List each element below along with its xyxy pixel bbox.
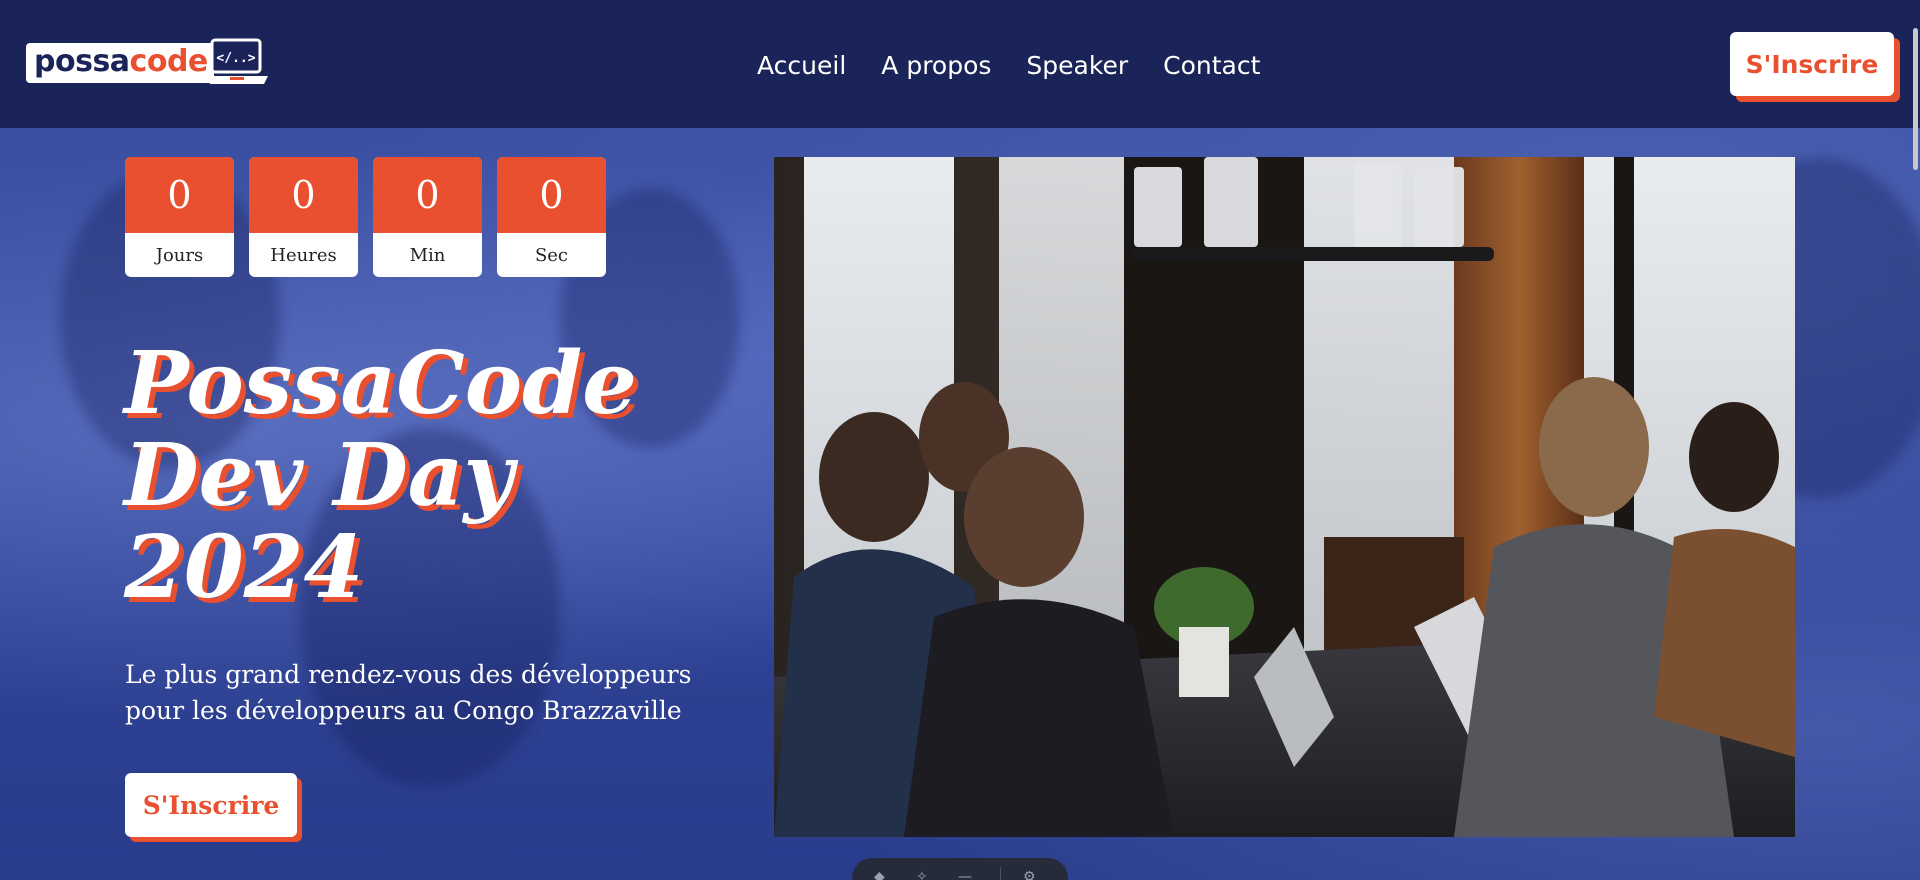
hero-register-button[interactable]: S'Inscrire <box>125 773 297 837</box>
nav-link-speaker[interactable]: Speaker <box>1026 51 1128 80</box>
page-scrollbar[interactable] <box>1912 0 1920 880</box>
hero-title-line: Dev Day <box>124 425 514 526</box>
photo-illustration <box>774 157 1795 837</box>
laptop-code-icon: </..> <box>206 38 268 84</box>
countdown-hours: 0 Heures <box>249 157 358 277</box>
hero-title: PossaCode Dev Day 2024 <box>124 338 764 614</box>
logo-badge: </..> <box>216 51 255 66</box>
developers-meeting-photo <box>774 157 1795 837</box>
toolbar-divider <box>1000 867 1001 880</box>
countdown-timer: 0 Jours 0 Heures 0 Min 0 Sec <box>125 157 606 277</box>
floating-toolbar: ◆ ✧ — ⚙ <box>852 858 1068 880</box>
possacode-logo[interactable]: possacode </..> <box>26 38 268 88</box>
countdown-value: 0 <box>497 157 606 233</box>
countdown-seconds: 0 Sec <box>497 157 606 277</box>
header-register-button[interactable]: S'Inscrire <box>1730 32 1894 96</box>
cursor-icon[interactable]: ✧ <box>916 870 936 880</box>
logo-wordmark: possacode <box>26 43 214 83</box>
hero-subtitle: Le plus grand rendez-vous des développeu… <box>125 660 692 725</box>
countdown-label: Min <box>409 244 446 266</box>
scrollbar-thumb[interactable] <box>1913 28 1918 170</box>
countdown-minutes: 0 Min <box>373 157 482 277</box>
accessibility-icon[interactable]: ◆ <box>874 870 894 880</box>
logo-part-possa: possa <box>34 44 130 79</box>
minus-icon[interactable]: — <box>958 870 978 880</box>
countdown-label: Sec <box>534 244 569 266</box>
countdown-days: 0 Jours <box>125 157 234 277</box>
hero-title-line: PossaCode <box>124 333 637 434</box>
nav-link-contact[interactable]: Contact <box>1163 51 1260 80</box>
hero-title-line: 2024 <box>124 517 364 618</box>
logo-part-code: code <box>129 44 209 79</box>
countdown-value: 0 <box>125 157 234 233</box>
main-nav: Accueil A propos Speaker Contact <box>757 48 1260 82</box>
nav-link-accueil[interactable]: Accueil <box>757 51 846 80</box>
site-header: possacode </..> Accueil A propos Speaker… <box>0 0 1920 128</box>
nav-link-a-propos[interactable]: A propos <box>881 51 991 80</box>
countdown-label: Heures <box>270 244 337 266</box>
countdown-value: 0 <box>249 157 358 233</box>
countdown-label: Jours <box>155 244 204 266</box>
countdown-value: 0 <box>373 157 482 233</box>
settings-icon[interactable]: ⚙ <box>1023 870 1043 880</box>
